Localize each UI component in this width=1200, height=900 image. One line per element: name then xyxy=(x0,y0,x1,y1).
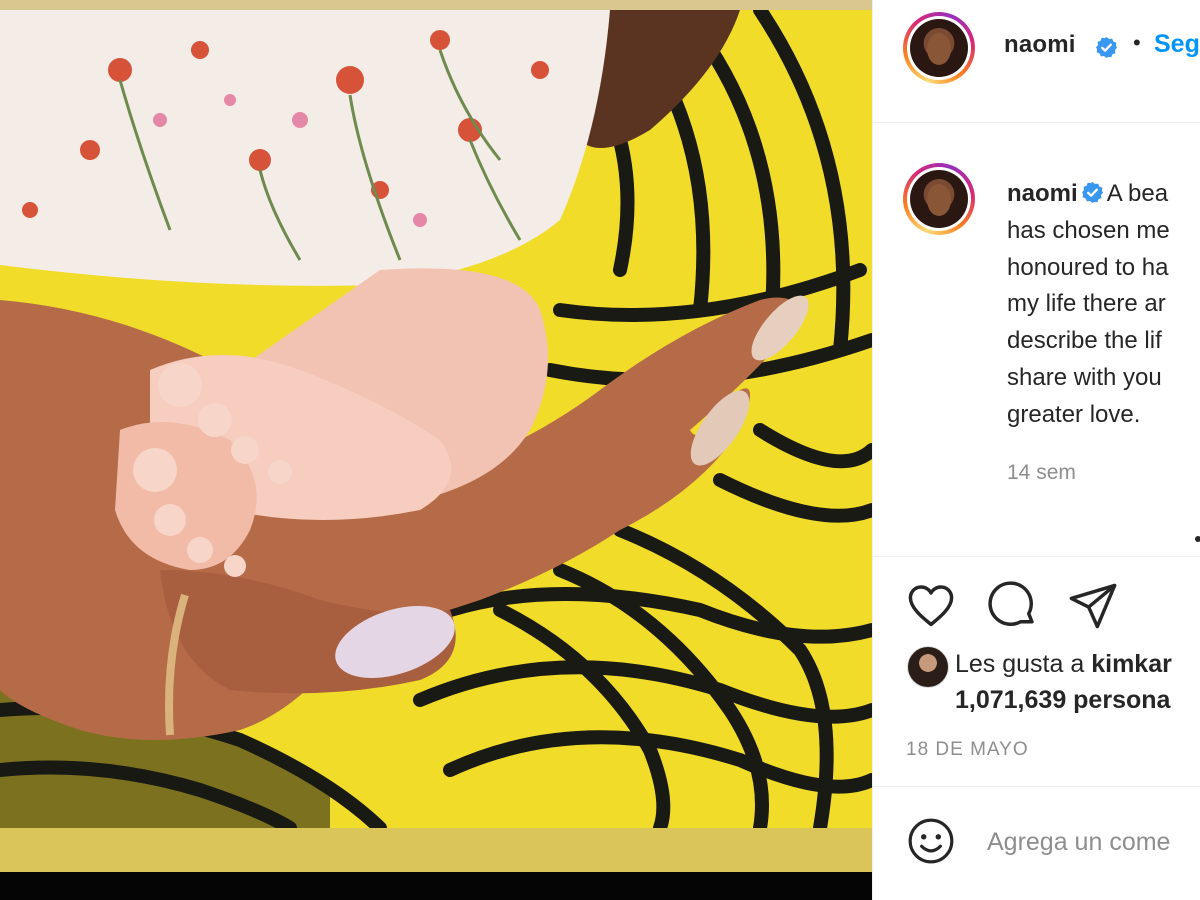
post-media[interactable] xyxy=(0,0,872,900)
post-photo xyxy=(0,10,872,828)
caption-username[interactable]: naomi xyxy=(1007,180,1078,207)
caption-author-avatar[interactable] xyxy=(903,163,975,235)
header-separator: • xyxy=(1133,30,1141,55)
post-panel: naomi • Seg naomi A bea has chosen me hon… xyxy=(872,0,1200,900)
speech-bubble-icon[interactable] xyxy=(987,580,1039,632)
caption: naomi A bea has chosen me honoured to ha … xyxy=(1007,176,1200,434)
paper-plane-icon[interactable] xyxy=(1067,580,1119,632)
caption-line: greater love. xyxy=(1007,400,1141,428)
avatar-photo xyxy=(910,19,968,77)
scroll-marker xyxy=(1195,536,1200,542)
comment-input[interactable] xyxy=(987,822,1200,862)
image-bottom-border xyxy=(0,828,872,872)
comment-divider xyxy=(873,786,1200,787)
likes-summary: Les gusta a kimkar xyxy=(955,650,1172,679)
author-avatar[interactable] xyxy=(903,12,975,84)
caption-line: has chosen me xyxy=(1007,216,1170,244)
caption-line: A bea xyxy=(1106,180,1169,207)
caption-time-ago[interactable]: 14 sem xyxy=(1007,461,1076,485)
verified-badge-icon xyxy=(1081,181,1103,204)
follow-button[interactable]: Seg xyxy=(1154,30,1200,59)
image-top-border xyxy=(0,0,872,10)
liker-username[interactable]: kimkar xyxy=(1091,650,1172,678)
verified-badge-icon xyxy=(1095,36,1118,59)
likes-prefix: Les gusta a xyxy=(955,650,1092,678)
actions-divider xyxy=(873,556,1200,557)
avatar-photo xyxy=(910,170,968,228)
heart-outline-icon[interactable] xyxy=(905,580,957,632)
liker-avatar[interactable] xyxy=(907,646,949,688)
likes-count[interactable]: 1,071,639 persona xyxy=(955,686,1170,715)
smiley-icon[interactable] xyxy=(906,816,956,866)
header-divider xyxy=(873,122,1200,123)
caption-line: describe the lif xyxy=(1007,327,1162,355)
caption-line: my life there ar xyxy=(1007,290,1166,318)
caption-line: share with you xyxy=(1007,363,1162,391)
image-bottom-shadow xyxy=(0,872,872,900)
caption-line: honoured to ha xyxy=(1007,253,1169,281)
author-username[interactable]: naomi xyxy=(1004,31,1076,59)
post-date[interactable]: 18 DE MAYO xyxy=(906,739,1029,761)
